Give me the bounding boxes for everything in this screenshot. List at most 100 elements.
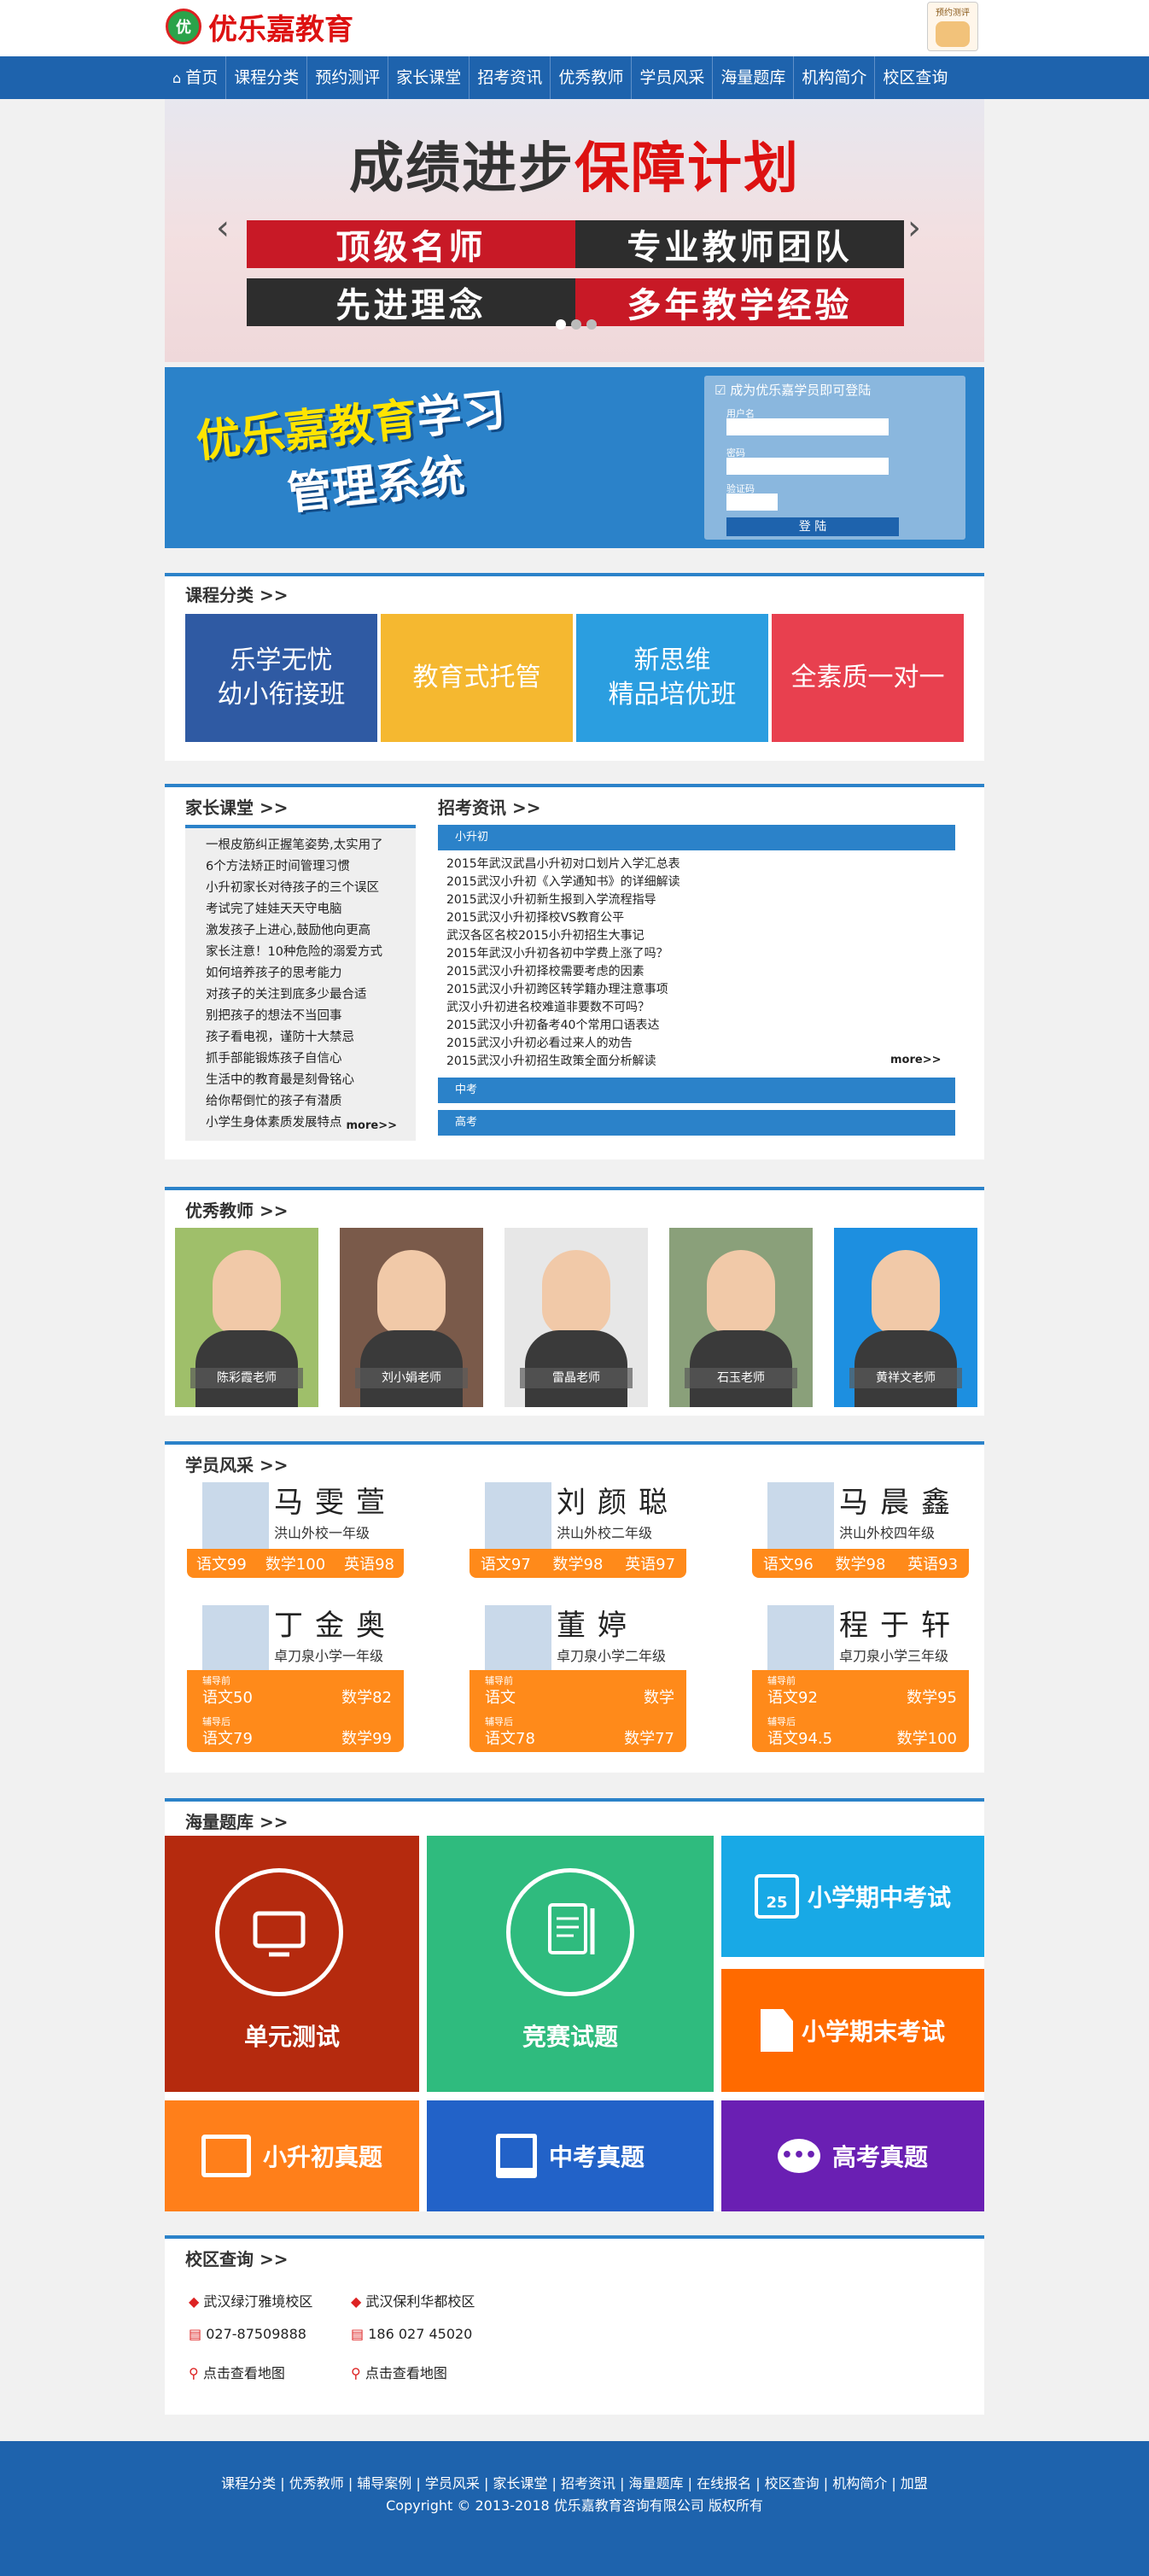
parent-article-link[interactable]: 激发孩子上进心,鼓励他向更高 <box>206 920 416 942</box>
campus-1-name[interactable]: ◆ 武汉绿汀雅境校区 <box>189 2290 312 2310</box>
course-tile[interactable]: 新思维 精品培优班 <box>576 614 768 742</box>
exam-tab-gk[interactable]: 高考 <box>438 1110 955 1136</box>
password-input[interactable] <box>726 458 889 475</box>
login-form: ☑ 成为优乐嘉学员即可登陆 用户名 密码 验证码 登 陆 <box>704 376 965 540</box>
score: 语文99 <box>195 1556 247 1574</box>
teacher-card[interactable]: 陈彩霞老师 <box>175 1228 318 1407</box>
exam-article-link[interactable]: 2015武汉小升初新生报到入学流程指导 <box>446 891 950 909</box>
unit-test-tile[interactable]: 单元测试 <box>165 1836 419 2092</box>
carousel-dot[interactable] <box>556 319 566 330</box>
exam-tab-zk[interactable]: 中考 <box>438 1078 955 1103</box>
teacher-card[interactable]: 刘小娟老师 <box>340 1228 483 1407</box>
parent-article-link[interactable]: 6个方法矫正时间管理习惯 <box>206 856 416 878</box>
logo-text: 优乐嘉教育 <box>208 12 353 47</box>
exam-article-link[interactable]: 2015武汉小升初必看过来人的劝告 <box>446 1035 950 1053</box>
parent-article-link[interactable]: 考试完了娃娃天天守电脑 <box>206 899 416 920</box>
exam-article-link[interactable]: 武汉小升初进名校难道非要数不可吗？ <box>446 999 950 1017</box>
teacher-name: 雷晶老师 <box>520 1368 633 1388</box>
eval-badge[interactable]: 预约测评 <box>927 2 978 51</box>
xsc-label: 小升初真题 <box>262 2143 382 2171</box>
course-tile[interactable]: 全素质一对一 <box>772 614 964 742</box>
before-math: 数学82 <box>341 1689 392 1707</box>
campus-1-phone: ▤ 027-87509888 <box>189 2326 306 2342</box>
exam-tab-xsc[interactable]: 小升初 <box>438 825 955 850</box>
student-photo <box>202 1605 269 1672</box>
parent-article-link[interactable]: 如何培养孩子的思考能力 <box>206 963 416 984</box>
campus-2-map[interactable]: ⚲ 点击查看地图 <box>351 2362 447 2382</box>
course-tile[interactable]: 乐学无忧 幼小衔接班 <box>185 614 377 742</box>
nav-about[interactable]: 机构简介 <box>794 56 876 99</box>
courses-panel: 课程分类 >> 乐学无忧 幼小衔接班 教育式托管 新思维 精品培优班 全素质一对一 <box>165 573 984 761</box>
teacher-photo <box>707 1250 775 1335</box>
exam-article-link[interactable]: 2015武汉小升初择校需要考虑的因素 <box>446 963 950 981</box>
login-button[interactable]: 登 陆 <box>726 517 899 536</box>
nav-students[interactable]: 学员风采 <box>632 56 714 99</box>
logo[interactable]: 优 优乐嘉教育 <box>166 5 396 48</box>
teacher-card[interactable]: 黄祥文老师 <box>834 1228 977 1407</box>
parent-article-link[interactable]: 家长注意！10种危险的溺爱方式 <box>206 942 416 963</box>
parent-article-link[interactable]: 对孩子的关注到底多少最合适 <box>206 984 416 1006</box>
nav-courses[interactable]: 课程分类 <box>226 56 308 99</box>
parent-article-link[interactable]: 孩子看电视，谨防十大禁忌 <box>206 1027 416 1049</box>
nav-home[interactable]: ⌂ 首页 <box>166 56 227 99</box>
exams-more-link[interactable]: more>> <box>890 1054 942 1066</box>
username-input[interactable] <box>726 418 889 435</box>
nav-exams[interactable]: 招考资讯 <box>470 56 551 99</box>
nav-evaluation[interactable]: 预约测评 <box>307 56 389 99</box>
exam-article-link[interactable]: 2015武汉小升初择校VS教育公平 <box>446 909 950 927</box>
eval-badge-label: 预约测评 <box>936 9 970 18</box>
footer-links[interactable]: 课程分类 | 优秀教师 | 辅导案例 | 学员风采 | 家长课堂 | 招考资讯 … <box>0 2472 1149 2492</box>
course-tile[interactable]: 教育式托管 <box>381 614 573 742</box>
teacher-card[interactable]: 石玉老师 <box>669 1228 813 1407</box>
contest-label: 竞赛试题 <box>522 2023 618 2051</box>
score: 英语93 <box>907 1556 959 1574</box>
parents-title[interactable]: 家长课堂 >> <box>185 794 288 819</box>
campus-1-map[interactable]: ⚲ 点击查看地图 <box>189 2362 285 2382</box>
parent-article-link[interactable]: 一根皮筋纠正握笔姿势,太实用了 <box>206 835 416 856</box>
nav-campus[interactable]: 校区查询 <box>875 56 955 99</box>
exam-article-link[interactable]: 2015武汉小升初《入学通知书》的详细解读 <box>446 873 950 891</box>
nav-questionbank[interactable]: 海量题库 <box>713 56 795 99</box>
xsc-tile[interactable]: 小升初真题 <box>165 2100 419 2211</box>
final-tile[interactable]: 小学期末考试 <box>721 1969 984 2092</box>
exam-article-link[interactable]: 2015年武汉武昌小升初对口划片入学汇总表 <box>446 856 950 873</box>
midterm-tile[interactable]: 25 小学期中考试 <box>721 1836 984 1957</box>
student-photo <box>767 1605 834 1672</box>
parent-article-link[interactable]: 给你帮倒忙的孩子有潜质 <box>206 1091 416 1113</box>
contest-tile[interactable]: 竞赛试题 <box>427 1836 714 2092</box>
nav-teachers[interactable]: 优秀教师 <box>551 56 633 99</box>
carousel-dot[interactable] <box>571 319 581 330</box>
parent-article-link[interactable]: 别把孩子的想法不当回事 <box>206 1006 416 1027</box>
students-title[interactable]: 学员风采 >> <box>185 1452 288 1476</box>
top-header: 优 优乐嘉教育 预约测评 <box>0 0 1149 56</box>
captcha-input[interactable] <box>726 494 778 511</box>
parent-article-link[interactable]: 抓手部能锻炼孩子自信心 <box>206 1049 416 1070</box>
prev-arrow-icon[interactable]: ‹ <box>216 208 230 248</box>
page-root: 优 优乐嘉教育 预约测评 ⌂ 首页 课程分类 预约测评 家长课堂 招考资讯 优秀… <box>0 0 1149 2576</box>
courses-title[interactable]: 课程分类 >> <box>185 581 288 606</box>
next-arrow-icon[interactable]: › <box>907 208 921 248</box>
parent-article-link[interactable]: 生活中的教育最是刻骨铭心 <box>206 1070 416 1091</box>
logo-mark: 优 <box>166 9 201 44</box>
exam-article-link[interactable]: 2015武汉小升初备考40个常用口语表达 <box>446 1017 950 1035</box>
carousel-dot[interactable] <box>586 319 597 330</box>
parent-article-link[interactable]: 小升初家长对待孩子的三个误区 <box>206 878 416 899</box>
student-school: 卓刀泉小学一年级 <box>274 1648 384 1664</box>
zk-tile[interactable]: 中考真题 <box>427 2100 714 2211</box>
gk-tile[interactable]: ••• 高考真题 <box>721 2100 984 2211</box>
nav-parents[interactable]: 家长课堂 <box>388 56 470 99</box>
teachers-title[interactable]: 优秀教师 >> <box>185 1197 288 1222</box>
campus-title[interactable]: 校区查询 >> <box>185 2246 288 2270</box>
teacher-card[interactable]: 雷晶老师 <box>505 1228 648 1407</box>
parents-more-link[interactable]: more>> <box>347 1119 398 1132</box>
campus-2-name[interactable]: ◆ 武汉保利华都校区 <box>351 2290 475 2310</box>
questionbank-title[interactable]: 海量题库 >> <box>185 1808 288 1833</box>
parents-list: 一根皮筋纠正握笔姿势,太实用了 6个方法矫正时间管理习惯 小升初家长对待孩子的三个误… <box>185 825 416 1141</box>
exam-article-link[interactable]: 2015武汉小升初招生政策全面分析解读 <box>446 1053 950 1071</box>
student-name: 马晨鑫 <box>839 1486 962 1520</box>
student-name: 丁金奥 <box>274 1609 397 1643</box>
exam-article-link[interactable]: 2015年武汉小升初各初中学费上涨了吗？ <box>446 945 950 963</box>
exams-title[interactable]: 招考资讯 >> <box>438 794 540 819</box>
exam-article-link[interactable]: 武汉各区名校2015小升初招生大事记 <box>446 927 950 945</box>
exam-article-link[interactable]: 2015武汉小升初跨区转学籍办理注意事项 <box>446 981 950 999</box>
